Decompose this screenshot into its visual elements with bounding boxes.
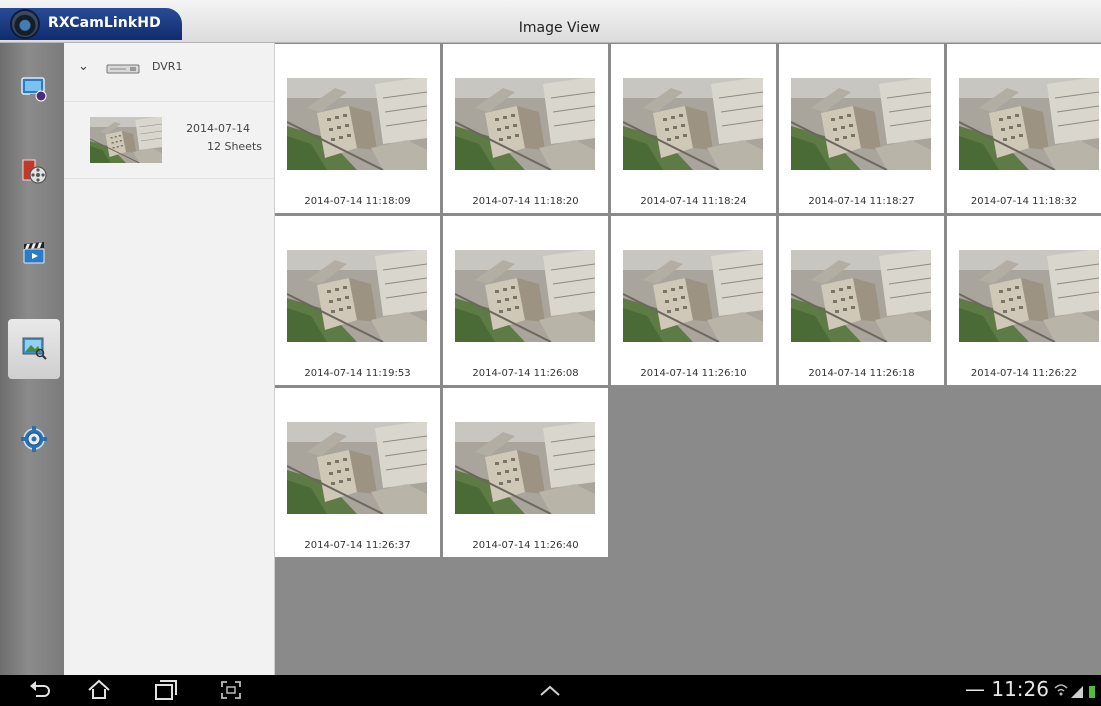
image-timestamp: 2014-07-14 11:26:18 — [808, 368, 915, 379]
image-timestamp: 2014-07-14 11:18:32 — [970, 196, 1078, 207]
chevron-up-icon[interactable] — [537, 678, 563, 702]
image-card[interactable]: 2014-07-14 11:18:24 — [611, 44, 776, 213]
date-label: 2014-07-14 — [186, 122, 250, 135]
back-icon[interactable] — [26, 678, 52, 702]
recent-apps-icon[interactable] — [152, 678, 178, 702]
divider — [64, 101, 274, 102]
date-thumbnail — [90, 117, 162, 163]
rail-item-playback[interactable] — [8, 143, 56, 203]
image-grid: 2014-07-14 11:18:09 2014-07-14 11:18:20 … — [274, 43, 1101, 558]
device-tree-panel: ⌄ DVR1 2014-07-14 12 Sheets — [64, 43, 275, 675]
image-card[interactable]: 2014-07-14 11:26:10 — [611, 216, 776, 385]
image-card[interactable]: 2014-07-14 11:26:18 — [779, 216, 944, 385]
rail-item-live-view[interactable] — [8, 61, 56, 121]
image-thumbnail — [455, 250, 595, 342]
image-thumbnail — [959, 78, 1099, 170]
clapperboard-icon — [23, 242, 45, 264]
film-reel-icon — [22, 159, 47, 184]
image-timestamp: 2014-07-14 11:18:27 — [808, 196, 915, 207]
image-timestamp: 2014-07-14 11:18:24 — [640, 196, 747, 207]
image-count-label: 12 Sheets — [206, 140, 262, 153]
status-clock: — 11:26 — [965, 677, 1049, 701]
image-card[interactable]: 2014-07-14 11:18:27 — [779, 44, 944, 213]
image-timestamp: 2014-07-14 11:18:09 — [304, 196, 411, 207]
monitor-camera-icon — [21, 77, 47, 102]
rail-item-video-files[interactable] — [8, 225, 56, 285]
image-card[interactable]: 2014-07-14 11:26:37 — [275, 388, 440, 557]
gear-icon — [21, 426, 47, 452]
image-timestamp: 2014-07-14 11:26:37 — [304, 540, 411, 551]
icon-rail — [0, 43, 64, 675]
image-thumbnail — [623, 78, 763, 170]
image-card[interactable]: 2014-07-14 11:19:53 — [275, 216, 440, 385]
image-card[interactable]: 2014-07-14 11:18:20 — [443, 44, 608, 213]
rail-item-image-view[interactable] — [8, 319, 60, 379]
image-thumbnail — [287, 422, 427, 514]
image-search-icon — [22, 337, 47, 360]
image-card[interactable]: 2014-07-14 11:18:32 — [947, 44, 1101, 213]
image-timestamp: 2014-07-14 11:19:53 — [304, 368, 411, 379]
device-row[interactable]: ⌄ DVR1 — [64, 43, 274, 101]
image-card[interactable]: 2014-07-14 11:26:08 — [443, 216, 608, 385]
image-card[interactable]: 2014-07-14 11:18:09 — [275, 44, 440, 213]
date-group-item[interactable]: 2014-07-14 12 Sheets — [64, 103, 274, 179]
image-thumbnail — [791, 250, 931, 342]
image-thumbnail — [455, 78, 595, 170]
image-card[interactable]: 2014-07-14 11:26:22 — [947, 216, 1101, 385]
rail-item-settings[interactable] — [8, 411, 56, 471]
device-label: DVR1 — [152, 60, 183, 73]
image-thumbnail — [287, 78, 427, 170]
image-thumbnail — [287, 250, 427, 342]
dvr-device-icon — [106, 64, 140, 74]
image-timestamp: 2014-07-14 11:18:20 — [472, 196, 579, 207]
image-thumbnail — [959, 250, 1099, 342]
image-card[interactable]: 2014-07-14 11:26:40 — [443, 388, 608, 557]
screenshot-icon[interactable] — [218, 678, 244, 702]
image-timestamp: 2014-07-14 11:26:10 — [640, 368, 747, 379]
image-thumbnail — [791, 78, 931, 170]
image-thumbnail — [623, 250, 763, 342]
system-navigation-bar: — 11:26 — [0, 675, 1101, 706]
title-bar: RXCamLinkHD Image View — [0, 0, 1101, 43]
home-icon[interactable] — [86, 678, 112, 702]
signal-status-icon — [1054, 684, 1095, 698]
image-thumbnail — [455, 422, 595, 514]
image-timestamp: 2014-07-14 11:26:08 — [472, 368, 579, 379]
view-title: Image View — [518, 20, 601, 36]
clock-time: 11:26 — [991, 677, 1049, 701]
image-timestamp: 2014-07-14 11:26:40 — [472, 540, 579, 551]
image-timestamp: 2014-07-14 11:26:22 — [970, 368, 1078, 379]
chevron-down-icon[interactable]: ⌄ — [78, 59, 89, 74]
